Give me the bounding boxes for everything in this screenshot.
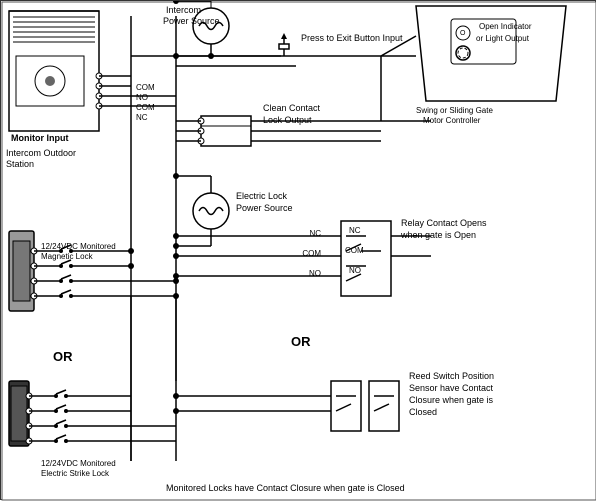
svg-text:Monitored Locks have Contact C: Monitored Locks have Contact Closure whe…	[166, 483, 405, 493]
svg-text:12/24VDC Monitored: 12/24VDC Monitored	[41, 242, 116, 251]
svg-text:or Light Output: or Light Output	[476, 34, 530, 43]
svg-text:OR: OR	[291, 334, 311, 349]
svg-text:Clean Contact: Clean Contact	[263, 103, 321, 113]
svg-text:O: O	[460, 30, 466, 37]
svg-text:Station: Station	[6, 159, 34, 169]
svg-text:when gate is Open: when gate is Open	[400, 230, 476, 240]
svg-text:Reed Switch Position: Reed Switch Position	[409, 371, 494, 381]
svg-text:OR: OR	[53, 349, 73, 364]
svg-text:Relay Contact Opens: Relay Contact Opens	[401, 218, 487, 228]
svg-text:COM: COM	[136, 83, 155, 92]
svg-text:Press to Exit Button Input: Press to Exit Button Input	[301, 33, 403, 43]
svg-text:Swing or Sliding Gate: Swing or Sliding Gate	[416, 106, 493, 115]
svg-text:Intercom: Intercom	[166, 5, 201, 15]
svg-text:12/24VDC Monitored: 12/24VDC Monitored	[41, 459, 116, 468]
svg-text:COM: COM	[345, 246, 364, 255]
svg-text:Closed: Closed	[409, 407, 437, 417]
svg-text:Sensor have Contact: Sensor have Contact	[409, 383, 494, 393]
svg-text:NO: NO	[349, 266, 361, 275]
wiring-diagram: COM NO COM NC	[0, 0, 596, 500]
svg-text:Magnetic Lock: Magnetic Lock	[41, 252, 94, 261]
svg-text:NC: NC	[349, 226, 361, 235]
svg-text:NC: NC	[136, 113, 148, 122]
svg-text:Motor Controller: Motor Controller	[423, 116, 481, 125]
svg-text:COM: COM	[136, 103, 155, 112]
svg-text:Lock Output: Lock Output	[263, 115, 312, 125]
svg-text:Power Source: Power Source	[163, 16, 220, 26]
svg-text:Intercom Outdoor: Intercom Outdoor	[6, 148, 76, 158]
svg-text:Closure when gate is: Closure when gate is	[409, 395, 494, 405]
svg-text:Open Indicator: Open Indicator	[479, 22, 532, 31]
svg-text:Power Source: Power Source	[236, 203, 293, 213]
svg-text:Monitor Input: Monitor Input	[11, 133, 68, 143]
svg-text:NO: NO	[136, 93, 148, 102]
svg-text:Electric Strike Lock: Electric Strike Lock	[41, 469, 110, 478]
svg-text:Electric Lock: Electric Lock	[236, 191, 288, 201]
